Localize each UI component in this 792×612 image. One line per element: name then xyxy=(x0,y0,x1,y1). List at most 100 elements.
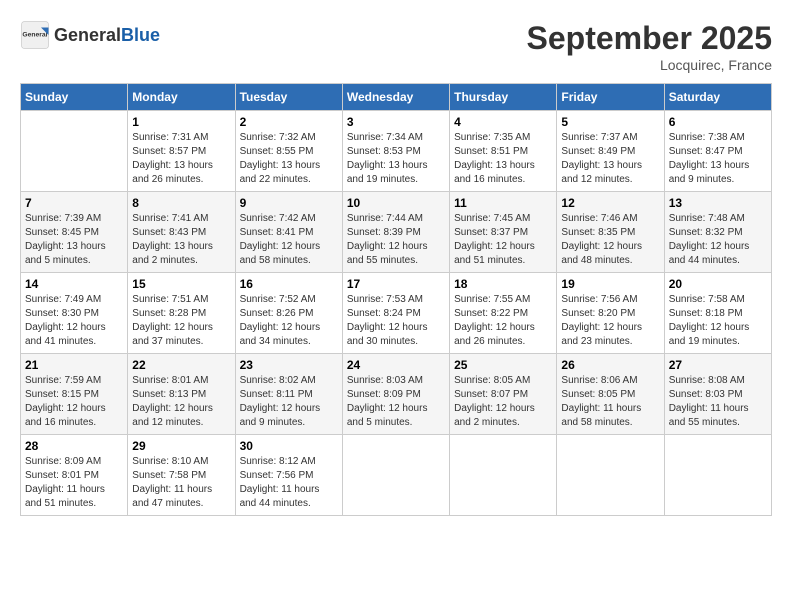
day-number: 18 xyxy=(454,277,552,291)
calendar-cell: 6Sunrise: 7:38 AMSunset: 8:47 PMDaylight… xyxy=(664,111,771,192)
calendar-cell: 16 Sunrise: 7:52 AMSunset: 8:26 PMDayligh… xyxy=(235,273,342,354)
calendar-cell: 18 Sunrise: 7:55 AMSunset: 8:22 PMDayligh… xyxy=(450,273,557,354)
calendar-header: SundayMondayTuesdayWednesdayThursdayFrid… xyxy=(21,84,772,111)
header: General GeneralBlue September 2025 Locqu… xyxy=(20,20,772,73)
calendar-cell: 30 Sunrise: 8:12 AMSunset: 7:56 PMDayligh… xyxy=(235,435,342,516)
week-row-1: 7 Sunrise: 7:39 AMSunset: 8:45 PMDaylight… xyxy=(21,192,772,273)
day-number: 3 xyxy=(347,115,445,129)
day-info: Sunrise: 8:09 AMSunset: 8:01 PMDaylight:… xyxy=(25,455,123,511)
calendar-cell: 28 Sunrise: 8:09 AMSunset: 8:01 PMDayligh… xyxy=(21,435,128,516)
day-number: 14 xyxy=(25,277,123,291)
day-info: Sunrise: 7:39 AMSunset: 8:45 PMDaylight:… xyxy=(25,212,123,268)
calendar-table: SundayMondayTuesdayWednesdayThursdayFrid… xyxy=(20,83,772,516)
logo-blue-text: Blue xyxy=(121,25,160,45)
svg-text:General: General xyxy=(22,32,47,39)
day-number: 2 xyxy=(240,115,338,129)
day-number: 16 xyxy=(240,277,338,291)
day-info: Sunrise: 7:48 AMSunset: 8:32 PMDaylight:… xyxy=(669,212,767,268)
day-info: Sunrise: 7:42 AMSunset: 8:41 PMDaylight:… xyxy=(240,212,338,268)
day-number: 25 xyxy=(454,358,552,372)
day-number: 12 xyxy=(561,196,659,210)
calendar-cell: 4 Sunrise: 7:35 AMSunset: 8:51 PMDaylight… xyxy=(450,111,557,192)
header-day-friday: Friday xyxy=(557,84,664,111)
month-info: September 2025 Locquirec, France xyxy=(527,20,772,73)
calendar-cell xyxy=(342,435,449,516)
day-number: 22 xyxy=(132,358,230,372)
calendar-cell: 24 Sunrise: 8:03 AMSunset: 8:09 PMDayligh… xyxy=(342,354,449,435)
day-info: Sunrise: 7:53 AMSunset: 8:24 PMDaylight:… xyxy=(347,293,445,349)
day-info: Sunrise: 8:05 AMSunset: 8:07 PMDaylight:… xyxy=(454,374,552,430)
calendar-cell xyxy=(557,435,664,516)
day-info: Sunrise: 7:46 AMSunset: 8:35 PMDaylight:… xyxy=(561,212,659,268)
day-info: Sunrise: 8:12 AMSunset: 7:56 PMDaylight:… xyxy=(240,455,338,511)
header-row: SundayMondayTuesdayWednesdayThursdayFrid… xyxy=(21,84,772,111)
day-info: Sunrise: 8:03 AMSunset: 8:09 PMDaylight:… xyxy=(347,374,445,430)
day-info: Sunrise: 8:02 AMSunset: 8:11 PMDaylight:… xyxy=(240,374,338,430)
day-number: 13 xyxy=(669,196,767,210)
day-info: Sunrise: 7:44 AMSunset: 8:39 PMDaylight:… xyxy=(347,212,445,268)
day-number: 20 xyxy=(669,277,767,291)
day-info: Sunrise: 8:01 AMSunset: 8:13 PMDaylight:… xyxy=(132,374,230,430)
calendar-cell: 22 Sunrise: 8:01 AMSunset: 8:13 PMDayligh… xyxy=(128,354,235,435)
header-day-monday: Monday xyxy=(128,84,235,111)
day-info: Sunrise: 8:10 AMSunset: 7:58 PMDaylight:… xyxy=(132,455,230,511)
day-info: Sunrise: 7:52 AMSunset: 8:26 PMDaylight:… xyxy=(240,293,338,349)
calendar-cell xyxy=(21,111,128,192)
logo: General GeneralBlue xyxy=(20,20,160,50)
day-number: 7 xyxy=(25,196,123,210)
header-day-wednesday: Wednesday xyxy=(342,84,449,111)
day-number: 8 xyxy=(132,196,230,210)
calendar-cell: 23 Sunrise: 8:02 AMSunset: 8:11 PMDayligh… xyxy=(235,354,342,435)
day-info: Sunrise: 8:08 AMSunset: 8:03 PMDaylight:… xyxy=(669,374,767,430)
day-info: Sunrise: 7:32 AMSunset: 8:55 PMDaylight:… xyxy=(240,131,338,187)
calendar-cell: 3 Sunrise: 7:34 AMSunset: 8:53 PMDaylight… xyxy=(342,111,449,192)
header-day-thursday: Thursday xyxy=(450,84,557,111)
calendar-cell: 10Sunrise: 7:44 AMSunset: 8:39 PMDayligh… xyxy=(342,192,449,273)
calendar-cell: 9 Sunrise: 7:42 AMSunset: 8:41 PMDaylight… xyxy=(235,192,342,273)
day-info: Sunrise: 7:34 AMSunset: 8:53 PMDaylight:… xyxy=(347,131,445,187)
calendar-cell: 15Sunrise: 7:51 AMSunset: 8:28 PMDayligh… xyxy=(128,273,235,354)
day-info: Sunrise: 7:55 AMSunset: 8:22 PMDaylight:… xyxy=(454,293,552,349)
header-day-tuesday: Tuesday xyxy=(235,84,342,111)
calendar-cell: 19Sunrise: 7:56 AMSunset: 8:20 PMDayligh… xyxy=(557,273,664,354)
day-number: 24 xyxy=(347,358,445,372)
calendar-cell: 20Sunrise: 7:58 AMSunset: 8:18 PMDayligh… xyxy=(664,273,771,354)
day-info: Sunrise: 7:31 AMSunset: 8:57 PMDaylight:… xyxy=(132,131,230,187)
day-number: 15 xyxy=(132,277,230,291)
calendar-body: 1 Sunrise: 7:31 AMSunset: 8:57 PMDaylight… xyxy=(21,111,772,516)
calendar-cell: 29 Sunrise: 8:10 AMSunset: 7:58 PMDayligh… xyxy=(128,435,235,516)
calendar-cell: 25 Sunrise: 8:05 AMSunset: 8:07 PMDayligh… xyxy=(450,354,557,435)
day-number: 29 xyxy=(132,439,230,453)
day-info: Sunrise: 7:37 AMSunset: 8:49 PMDaylight:… xyxy=(561,131,659,187)
calendar-cell xyxy=(450,435,557,516)
day-info: Sunrise: 7:59 AMSunset: 8:15 PMDaylight:… xyxy=(25,374,123,430)
calendar-cell: 1 Sunrise: 7:31 AMSunset: 8:57 PMDaylight… xyxy=(128,111,235,192)
calendar-cell: 14Sunrise: 7:49 AMSunset: 8:30 PMDayligh… xyxy=(21,273,128,354)
week-row-3: 21 Sunrise: 7:59 AMSunset: 8:15 PMDayligh… xyxy=(21,354,772,435)
day-number: 11 xyxy=(454,196,552,210)
day-number: 4 xyxy=(454,115,552,129)
day-number: 1 xyxy=(132,115,230,129)
day-info: Sunrise: 7:38 AMSunset: 8:47 PMDaylight:… xyxy=(669,131,767,187)
calendar-cell: 26Sunrise: 8:06 AMSunset: 8:05 PMDayligh… xyxy=(557,354,664,435)
header-day-saturday: Saturday xyxy=(664,84,771,111)
day-number: 23 xyxy=(240,358,338,372)
day-number: 5 xyxy=(561,115,659,129)
calendar-cell: 17Sunrise: 7:53 AMSunset: 8:24 PMDayligh… xyxy=(342,273,449,354)
calendar-cell xyxy=(664,435,771,516)
location: Locquirec, France xyxy=(527,57,772,73)
day-info: Sunrise: 8:06 AMSunset: 8:05 PMDaylight:… xyxy=(561,374,659,430)
week-row-0: 1 Sunrise: 7:31 AMSunset: 8:57 PMDaylight… xyxy=(21,111,772,192)
day-info: Sunrise: 7:35 AMSunset: 8:51 PMDaylight:… xyxy=(454,131,552,187)
day-number: 19 xyxy=(561,277,659,291)
calendar-cell: 11Sunrise: 7:45 AMSunset: 8:37 PMDayligh… xyxy=(450,192,557,273)
calendar-cell: 7 Sunrise: 7:39 AMSunset: 8:45 PMDaylight… xyxy=(21,192,128,273)
calendar-cell: 8Sunrise: 7:41 AMSunset: 8:43 PMDaylight… xyxy=(128,192,235,273)
day-number: 21 xyxy=(25,358,123,372)
day-number: 28 xyxy=(25,439,123,453)
logo-icon: General xyxy=(20,20,50,50)
day-number: 9 xyxy=(240,196,338,210)
month-title: September 2025 xyxy=(527,20,772,57)
header-day-sunday: Sunday xyxy=(21,84,128,111)
day-number: 30 xyxy=(240,439,338,453)
